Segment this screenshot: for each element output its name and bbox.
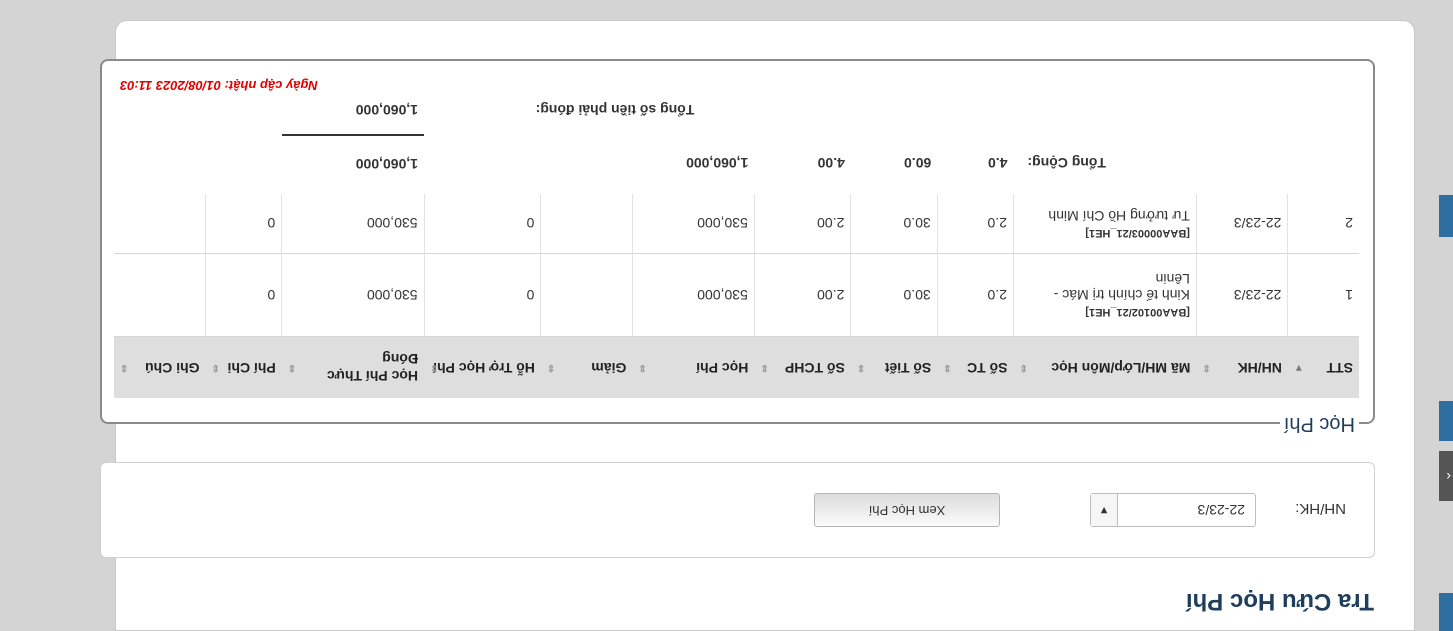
rotated-viewport: ‹ Tra Cứu Học Phí NH/HK: 22-23/3 ▼ Xem H… xyxy=(0,0,1453,631)
sort-icon[interactable]: ⇕ xyxy=(430,359,438,376)
column-header-paid[interactable]: Học Phí Thực Đóng ⇕ xyxy=(281,336,425,398)
sort-icon[interactable]: ⇕ xyxy=(943,359,951,376)
updated-timestamp: Ngày cập nhật: 01/08/2023 11:03 xyxy=(120,78,318,93)
sort-icon[interactable]: ⇕ xyxy=(638,359,646,376)
amount-due-value: 1,060,000 xyxy=(355,102,419,118)
column-header-course[interactable]: Mã MH/Lớp/Môn Học ⇕ xyxy=(1013,336,1197,398)
cell-other: 0 xyxy=(205,194,282,254)
course-code: [BAA00102/21_HE1] xyxy=(1085,306,1190,319)
total-credits: 4.0 xyxy=(987,155,1008,172)
sort-icon[interactable]: ⇕ xyxy=(760,359,768,376)
amount-due-row: Tổng số tiền phải đóng: 1,060,000 xyxy=(114,86,1359,135)
cell-fee-credits: 2.00 xyxy=(754,253,851,337)
page-title: Tra Cứu Học Phí xyxy=(1185,588,1374,615)
cell-term: 22-23/3 xyxy=(1196,194,1288,254)
cell-discount xyxy=(540,194,633,254)
course-code: [BAA00003/21_HE1] xyxy=(1085,227,1190,239)
sort-icon[interactable]: ⇕ xyxy=(288,359,296,376)
cell-fee: 530,000 xyxy=(632,253,755,337)
cell-stt: 1 xyxy=(1287,253,1359,337)
cell-fee: 530,000 xyxy=(632,194,755,254)
sidebar-accent xyxy=(1439,593,1453,631)
cell-fee-credits: 2.00 xyxy=(754,194,851,254)
column-header-note[interactable]: Ghi Chú ⇕ xyxy=(114,336,206,398)
cell-credits: 2.0 xyxy=(937,194,1014,254)
amount-due-label: Tổng số tiền phải đóng: xyxy=(535,102,695,119)
term-select-value: 22-23/3 xyxy=(1197,502,1245,518)
table-row: 1 22-23/3 [BAA00102/21_HE1] Kinh tế chín… xyxy=(114,253,1359,337)
total-fee-credits: 4.00 xyxy=(817,155,845,172)
collapse-tab[interactable]: ‹ xyxy=(1439,451,1453,501)
total-periods: 60.0 xyxy=(903,155,932,172)
cell-discount xyxy=(540,253,633,337)
sort-icon[interactable]: ⇕ xyxy=(120,359,128,376)
cell-periods: 30.0 xyxy=(850,194,938,254)
sort-icon[interactable]: ⇕ xyxy=(547,359,555,376)
term-select[interactable]: 22-23/3 ▼ xyxy=(1090,493,1256,527)
cell-credits: 2.0 xyxy=(937,253,1014,337)
filter-panel: NH/HK: 22-23/3 ▼ Xem Học Phí xyxy=(100,462,1375,558)
fee-panel: Học Phí STT ▼ NH/HK ⇕ Mã MH/Lớp/Môn Học ⇕ S… xyxy=(100,59,1375,435)
cell-periods: 30.0 xyxy=(850,253,938,337)
total-row: Tổng Cộng: 4.0 60.0 4.00 1,060,000 1,060… xyxy=(114,135,1359,194)
column-header-discount[interactable]: Giảm ⇕ xyxy=(540,336,633,398)
cell-course: [BAA00003/21_HE1] Tư tưởng Hồ Chí Minh xyxy=(1013,194,1197,254)
column-header-other[interactable]: Phí Chi ⇕ xyxy=(205,336,282,398)
fee-panel-title: Học Phí xyxy=(1279,412,1359,435)
column-header-credits[interactable]: Số TC ⇕ xyxy=(937,336,1014,398)
table-header-row: STT ▼ NH/HK ⇕ Mã MH/Lớp/Môn Học ⇕ Số TC ⇕ Số… xyxy=(114,336,1359,398)
cell-note xyxy=(114,194,206,254)
cell-course: [BAA00102/21_HE1] Kinh tế chính trị Mác … xyxy=(1013,253,1197,337)
sort-icon[interactable]: ⇕ xyxy=(1019,359,1027,376)
cell-paid: 530,000 xyxy=(281,253,425,337)
cell-other: 0 xyxy=(205,253,282,337)
term-label: NH/HK: xyxy=(1295,500,1346,517)
column-header-stt[interactable]: STT ▼ xyxy=(1287,336,1359,398)
cell-stt: 2 xyxy=(1287,194,1359,254)
total-fee: 1,060,000 xyxy=(686,155,749,172)
dropdown-arrow-icon[interactable]: ▼ xyxy=(1091,494,1118,526)
column-header-fee[interactable]: Học Phí ⇕ xyxy=(632,336,755,398)
sort-desc-icon[interactable]: ▼ xyxy=(1294,359,1304,376)
course-name: Tư tưởng Hồ Chí Minh xyxy=(1048,208,1190,224)
sidebar-accent xyxy=(1439,401,1453,441)
column-header-term[interactable]: NH/HK ⇕ xyxy=(1196,336,1288,398)
total-paid: 1,060,000 xyxy=(281,135,425,194)
cell-support: 0 xyxy=(424,194,541,254)
total-label: Tổng Cộng: xyxy=(1027,155,1106,172)
cell-note xyxy=(114,253,206,337)
chevron-right-icon: ‹ xyxy=(1446,469,1451,485)
table-row: 2 22-23/3 [BAA00003/21_HE1] Tư tưởng Hồ … xyxy=(114,194,1359,254)
cell-term: 22-23/3 xyxy=(1196,253,1288,337)
column-header-support[interactable]: Hỗ Trợ Học Phí ⇕ xyxy=(424,336,541,398)
cell-paid: 530,000 xyxy=(281,194,425,254)
sort-icon[interactable]: ⇕ xyxy=(212,359,220,376)
sort-icon[interactable]: ⇕ xyxy=(857,359,865,376)
view-fees-button[interactable]: Xem Học Phí xyxy=(814,493,1000,527)
fee-table: STT ▼ NH/HK ⇕ Mã MH/Lớp/Môn Học ⇕ Số TC ⇕ Số… xyxy=(114,86,1359,398)
course-name: Kinh tế chính trị Mác - Lênin xyxy=(1053,271,1190,304)
sort-icon[interactable]: ⇕ xyxy=(1202,359,1210,376)
main-card: Tra Cứu Học Phí NH/HK: 22-23/3 ▼ Xem Học… xyxy=(100,20,1415,631)
column-header-periods[interactable]: Số Tiết ⇕ xyxy=(850,336,938,398)
sidebar-accent xyxy=(1439,195,1453,237)
cell-support: 0 xyxy=(424,253,541,337)
column-header-fee-credits[interactable]: Số TCHP ⇕ xyxy=(754,336,851,398)
